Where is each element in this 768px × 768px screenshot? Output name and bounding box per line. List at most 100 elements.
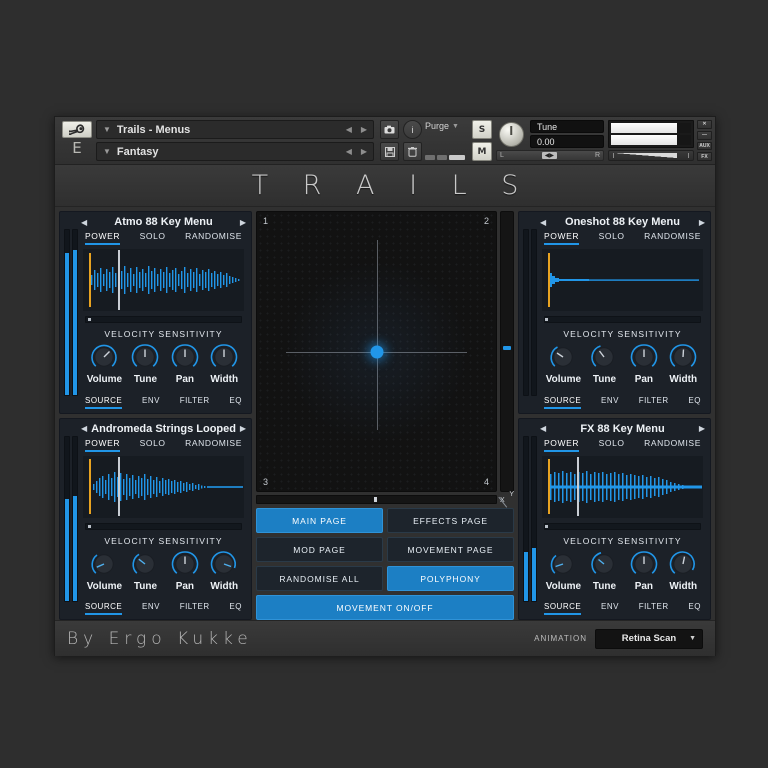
next-preset-icon[interactable]: ▶ xyxy=(240,424,246,433)
tab-eq[interactable]: EQ xyxy=(688,602,701,615)
tab-env[interactable]: ENV xyxy=(601,602,619,615)
tab-filter[interactable]: FILTER xyxy=(639,602,669,615)
tab-randomise[interactable]: RANDOMISE xyxy=(185,231,242,245)
playhead-marker[interactable] xyxy=(118,250,121,310)
waveform-position-slider[interactable] xyxy=(544,522,701,530)
knob-tune[interactable]: Tune xyxy=(588,548,620,592)
start-marker[interactable] xyxy=(89,459,92,514)
chevron-down-icon[interactable]: ▼ xyxy=(689,635,696,642)
instrument-nav-arrows[interactable]: ◀ ▶ xyxy=(346,125,367,134)
waveform-display[interactable] xyxy=(83,249,244,311)
mute-button[interactable]: M xyxy=(472,142,492,161)
tab-power[interactable]: POWER xyxy=(544,231,580,245)
knob-tune[interactable]: Tune xyxy=(588,341,620,385)
start-marker[interactable] xyxy=(89,252,92,308)
tab-power[interactable]: POWER xyxy=(544,438,580,452)
knob-width[interactable]: Width xyxy=(667,548,699,592)
tab-source[interactable]: SOURCE xyxy=(85,396,123,409)
waveform-display[interactable] xyxy=(542,249,703,311)
tab-env[interactable]: ENV xyxy=(142,602,160,615)
instrument-name-bar[interactable]: ▼ Trails - Menus ◀ ▶ xyxy=(96,120,374,139)
knob-width[interactable]: Width xyxy=(667,341,699,385)
preset-nav-arrows[interactable]: ◀ ▶ xyxy=(346,147,367,156)
movement-page-button[interactable]: MOVEMENT PAGE xyxy=(387,537,514,562)
randomise-all-button[interactable]: RANDOMISE ALL xyxy=(256,566,383,591)
knob-width[interactable]: Width xyxy=(208,548,240,592)
pan-icon[interactable]: ◀▶ xyxy=(541,152,558,159)
tab-solo[interactable]: SOLO xyxy=(599,231,625,245)
knob-pan[interactable]: Pan xyxy=(628,548,660,592)
tab-power[interactable]: POWER xyxy=(85,231,121,245)
knob-pan[interactable]: Pan xyxy=(169,341,201,385)
tune-knob[interactable] xyxy=(498,121,524,147)
movement-onoff-button[interactable]: MOVEMENT ON/OFF xyxy=(256,595,514,620)
tab-solo[interactable]: SOLO xyxy=(599,438,625,452)
waveform-position-slider[interactable] xyxy=(85,316,242,323)
tab-source[interactable]: SOURCE xyxy=(85,602,123,615)
close-icon[interactable]: ✕ xyxy=(697,120,712,129)
tab-filter[interactable]: FILTER xyxy=(180,602,210,615)
tab-source[interactable]: SOURCE xyxy=(544,602,582,615)
start-marker[interactable] xyxy=(548,459,551,514)
tab-randomise[interactable]: RANDOMISE xyxy=(185,438,242,452)
purge-dropdown[interactable]: Purge ▼ xyxy=(425,121,468,131)
wrench-icon[interactable] xyxy=(62,121,92,138)
prev-preset-icon[interactable]: ◀ xyxy=(540,218,546,227)
knob-volume[interactable]: Volume xyxy=(87,548,122,592)
info-icon[interactable]: i xyxy=(403,120,422,139)
knob-volume[interactable]: Volume xyxy=(546,548,581,592)
fx-button[interactable]: FX xyxy=(697,152,712,161)
camera-icon[interactable] xyxy=(380,120,399,139)
tab-randomise[interactable]: RANDOMISE xyxy=(644,231,701,245)
chevron-down-icon-purge[interactable]: ▼ xyxy=(452,123,459,130)
chevron-down-icon[interactable]: ▼ xyxy=(103,125,111,134)
next-instrument-icon[interactable]: ▶ xyxy=(361,125,367,134)
tab-filter[interactable]: FILTER xyxy=(639,396,669,409)
save-icon[interactable] xyxy=(380,142,399,161)
tab-power[interactable]: POWER xyxy=(85,438,121,452)
main-page-button[interactable]: MAIN PAGE xyxy=(256,508,383,533)
tab-randomise[interactable]: RANDOMISE xyxy=(644,438,701,452)
next-preset-icon[interactable]: ▶ xyxy=(240,218,246,227)
waveform-display[interactable] xyxy=(83,455,244,518)
knob-volume[interactable]: Volume xyxy=(87,341,122,385)
chevron-down-icon-preset[interactable]: ▼ xyxy=(103,147,111,156)
waveform-display[interactable] xyxy=(542,455,703,518)
tab-eq[interactable]: EQ xyxy=(229,602,242,615)
tab-solo[interactable]: SOLO xyxy=(140,231,166,245)
waveform-position-slider[interactable] xyxy=(544,316,701,323)
next-preset-icon[interactable]: ▶ xyxy=(361,147,367,156)
polyphony-button[interactable]: POLYPHONY xyxy=(387,566,514,591)
prev-preset-icon[interactable]: ◀ xyxy=(81,218,87,227)
next-preset-icon[interactable]: ▶ xyxy=(699,218,705,227)
pan-slider[interactable]: L ◀▶ R xyxy=(496,150,604,161)
playhead-marker[interactable] xyxy=(577,456,580,517)
prev-preset-icon[interactable]: ◀ xyxy=(346,147,352,156)
xy-pad-handle[interactable] xyxy=(370,345,383,358)
preset-name-bar[interactable]: ▼ Fantasy ◀ ▶ xyxy=(96,142,374,161)
tab-filter[interactable]: FILTER xyxy=(180,396,210,409)
volume-slider[interactable] xyxy=(608,150,694,161)
solo-button[interactable]: S xyxy=(472,120,492,139)
start-marker[interactable] xyxy=(548,252,551,308)
minimize-icon[interactable]: — xyxy=(697,130,712,140)
tab-env[interactable]: ENV xyxy=(142,396,160,409)
xy-pad[interactable]: 1 2 3 4 xyxy=(256,211,497,492)
knob-tune[interactable]: Tune xyxy=(129,341,161,385)
animation-select[interactable]: Retina Scan ▼ xyxy=(595,628,703,649)
tune-value[interactable]: 0.00 xyxy=(530,135,604,148)
knob-tune[interactable]: Tune xyxy=(129,548,161,592)
next-preset-icon[interactable]: ▶ xyxy=(699,424,705,433)
x-axis-slider[interactable] xyxy=(256,495,497,504)
tab-source[interactable]: SOURCE xyxy=(544,396,582,409)
knob-pan[interactable]: Pan xyxy=(628,341,660,385)
mod-page-button[interactable]: MOD PAGE xyxy=(256,537,383,562)
waveform-position-slider[interactable] xyxy=(85,522,242,530)
tab-eq[interactable]: EQ xyxy=(229,396,242,409)
aux-button[interactable]: AUX xyxy=(697,141,712,151)
tab-solo[interactable]: SOLO xyxy=(140,438,166,452)
y-axis-slider[interactable] xyxy=(500,211,514,492)
tab-env[interactable]: ENV xyxy=(601,396,619,409)
knob-pan[interactable]: Pan xyxy=(169,548,201,592)
effects-page-button[interactable]: EFFECTS PAGE xyxy=(387,508,514,533)
